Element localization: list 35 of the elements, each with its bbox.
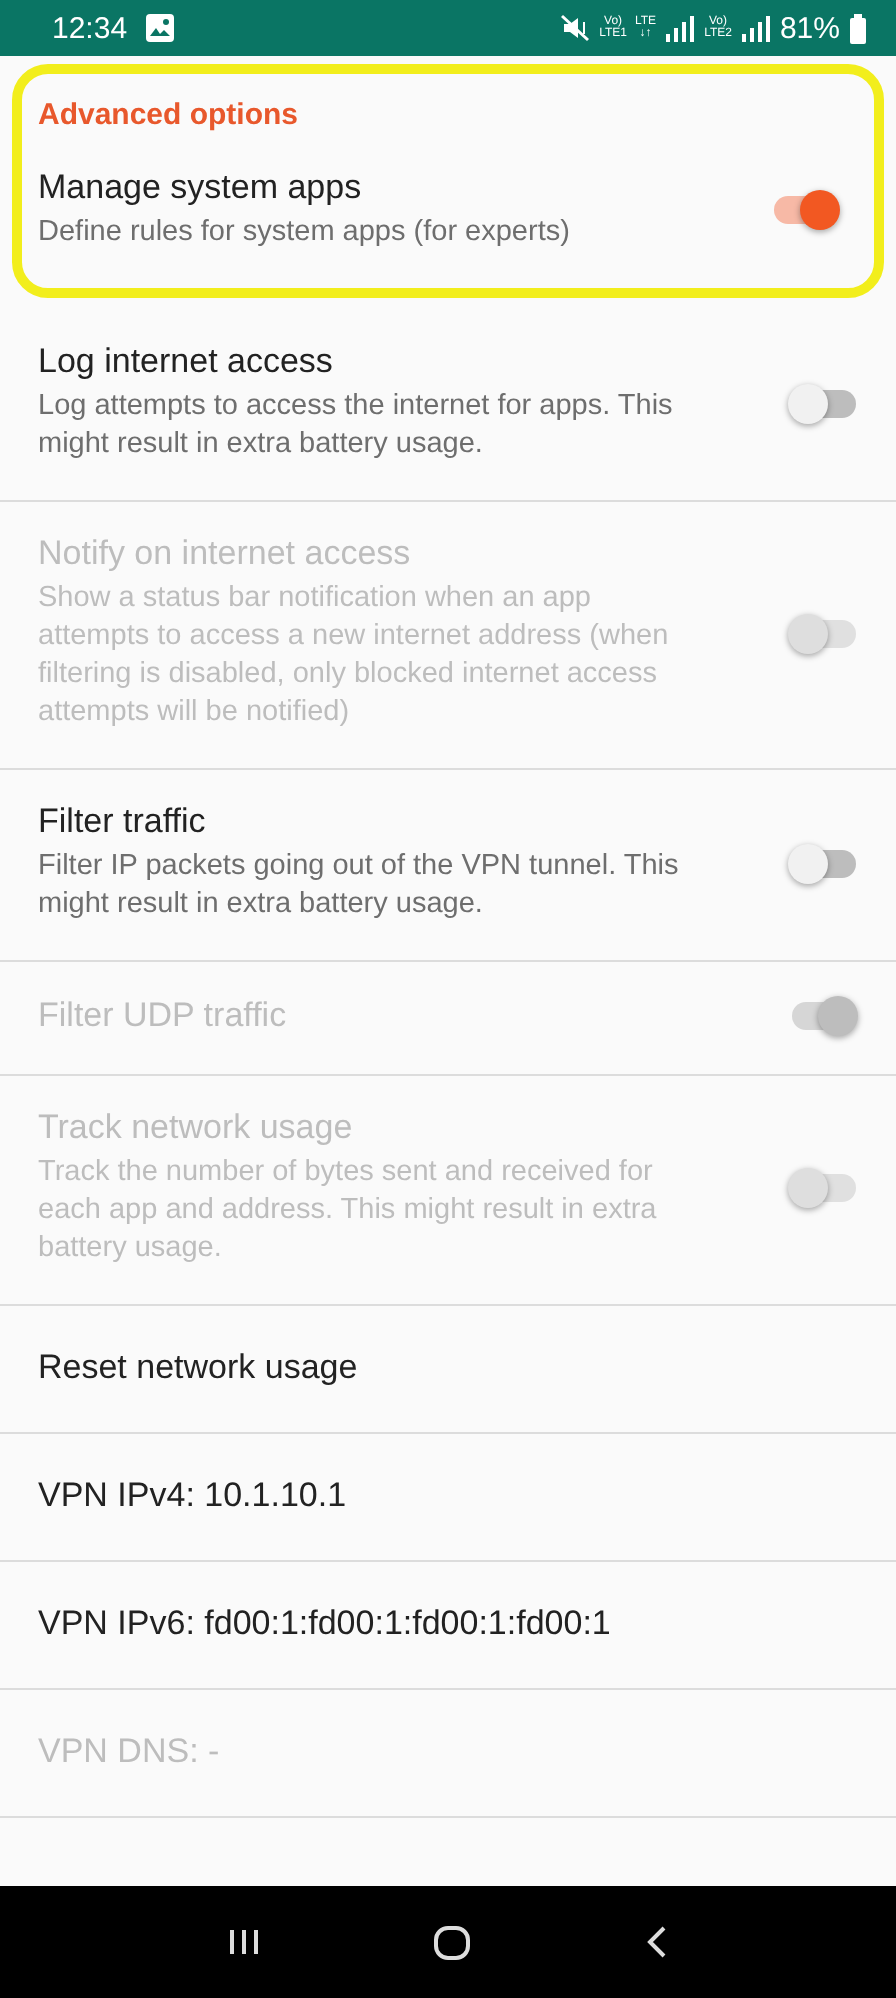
setting-title: VPN IPv6: fd00:1:fd00:1:fd00:1:fd00:1 <box>38 1604 611 1644</box>
setting-row[interactable]: Manage system apps Define rules for system apps (for experts) <box>22 152 874 288</box>
signal-icon <box>664 14 697 42</box>
category-title: Advanced options <box>36 96 301 136</box>
setting-row[interactable]: Reset network usage <box>0 1306 896 1434</box>
battery-level: 81% <box>779 11 840 45</box>
setting-row[interactable]: VPN IPv6: fd00:1:fd00:1:fd00:1:fd00:1 <box>0 1562 896 1690</box>
recent-apps-icon <box>225 1924 262 1960</box>
setting-row[interactable]: Filter traffic Filter IP packets going out of the VPN tunnel. This might result in extra battery usage. <box>0 770 896 962</box>
battery-icon <box>848 13 868 43</box>
setting-title: VPN IPv4: 10.1.10.1 <box>38 1476 347 1516</box>
toggle-switch[interactable] <box>770 188 842 232</box>
setting-row[interactable]: VPN IPv4: 10.1.10.1 <box>0 1434 896 1562</box>
setting-summary: Track the number of bytes sent and received for each app and address. This might result in extra battery usage. <box>38 1154 659 1268</box>
setting-row[interactable]: Log internet access Log attempts to access the internet for apps. This might result in extra battery usage. <box>0 310 896 502</box>
back-icon <box>642 1924 671 1960</box>
setting-title: Filter traffic <box>38 802 208 842</box>
setting-title: Filter UDP traffic <box>38 996 289 1036</box>
setting-title: VPN DNS: - <box>38 1732 220 1772</box>
image-icon <box>143 12 176 44</box>
clock: 12:34 <box>52 11 128 45</box>
toggle-switch[interactable] <box>788 381 860 425</box>
setting-title: Log internet access <box>38 342 335 382</box>
signal-icon <box>739 14 772 42</box>
mute-icon <box>559 12 592 44</box>
setting-title: Notify on internet access <box>38 534 413 574</box>
setting-title: Manage system apps <box>38 168 364 208</box>
home-icon <box>431 1923 472 1961</box>
setting-summary: Show a status bar notification when an app attempts to access a new internet address (when filtering is disabled, only blocked internet access attempts will be notified) <box>38 580 671 732</box>
toggle-switch[interactable] <box>788 841 860 885</box>
setting-title: Reset network usage <box>38 1348 358 1388</box>
setting-summary: Define rules for system apps (for experts) <box>38 214 572 252</box>
setting-title: Track network usage <box>38 1108 355 1148</box>
setting-summary: Log attempts to access the internet for apps. This might result in extra battery usage. <box>38 388 675 464</box>
setting-summary: Filter IP packets going out of the VPN tunnel. This might result in extra battery usage. <box>38 848 681 924</box>
